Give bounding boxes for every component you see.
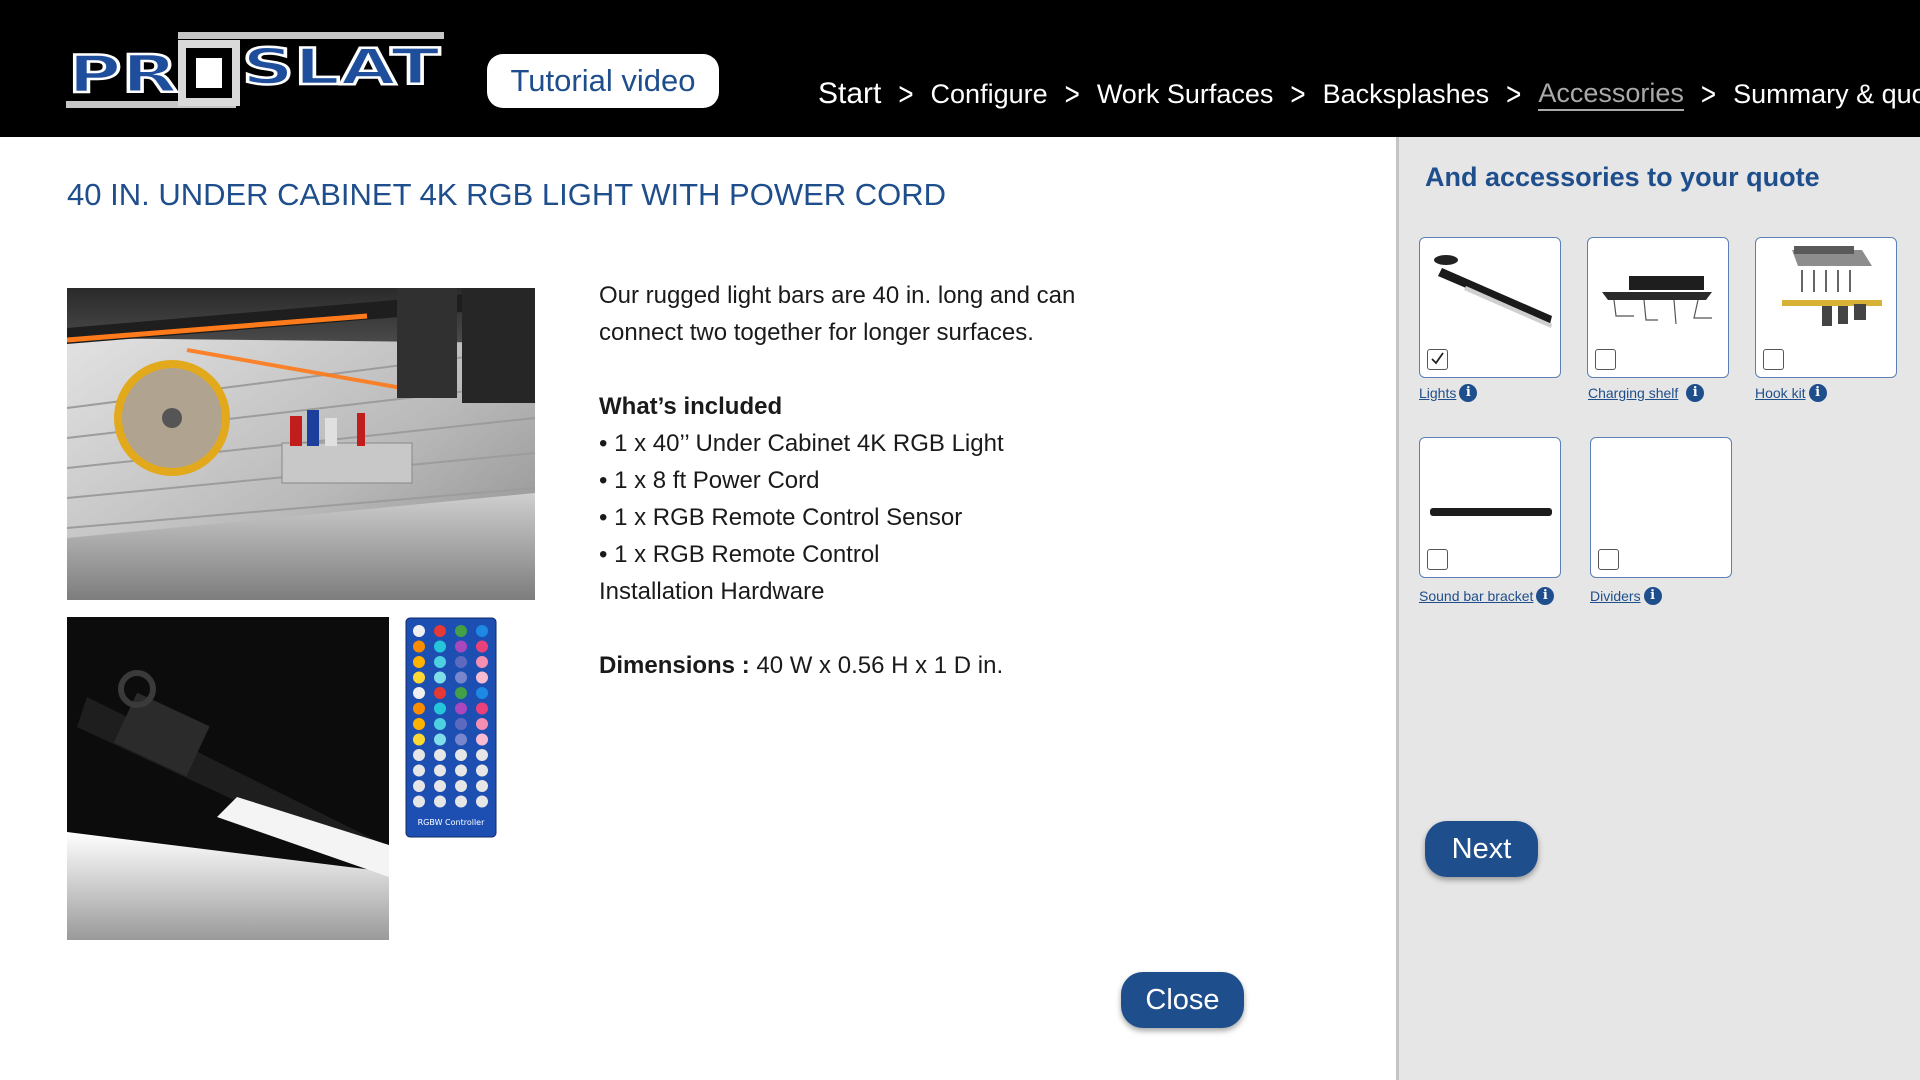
hook-kit-checkbox[interactable] <box>1763 349 1784 370</box>
top-header: PR SLAT Tutorial video Start > Configure… <box>0 0 1920 137</box>
accessories-panel-title: And accessories to your quote <box>1425 162 1820 192</box>
dimensions: Dimensions : 40 W x 0.56 H x 1 D in. <box>599 647 1159 684</box>
accessory-label-text: Hook kit <box>1755 385 1806 401</box>
accessory-label-dividers[interactable]: Dividers i <box>1590 587 1662 605</box>
sound-bar-bracket-checkbox[interactable] <box>1427 549 1448 570</box>
info-icon[interactable]: i <box>1459 384 1478 402</box>
nav-configure[interactable]: Configure <box>931 79 1048 110</box>
product-photo-light-bar <box>67 617 389 940</box>
accessory-card-charging-shelf[interactable] <box>1587 237 1729 378</box>
accessory-label-sound-bar-bracket[interactable]: Sound bar bracket i <box>1419 587 1555 605</box>
info-icon[interactable]: i <box>1643 587 1662 605</box>
nav-accessories[interactable]: Accessories <box>1538 77 1684 111</box>
description-line: connect two together for longer surfaces… <box>599 319 1034 346</box>
accessory-card-dividers[interactable] <box>1590 437 1732 578</box>
accessory-label-charging-shelf[interactable]: Charging shelf i <box>1588 384 1705 402</box>
remote-caption: RGBW Controller <box>418 818 485 827</box>
nav-separator: > <box>1064 74 1080 113</box>
accessory-label-hook-kit[interactable]: Hook kit i <box>1755 384 1827 402</box>
accessory-card-sound-bar-bracket[interactable] <box>1419 437 1561 578</box>
proslat-logo[interactable]: PR SLAT <box>66 32 446 108</box>
accessory-label-lights[interactable]: Lights i <box>1419 384 1478 402</box>
product-title: 40 IN. UNDER CABINET 4K RGB LIGHT WITH P… <box>67 177 947 212</box>
next-button[interactable]: Next <box>1425 821 1538 877</box>
charging-shelf-checkbox[interactable] <box>1595 349 1616 370</box>
dimensions-label: Dimensions : <box>599 652 750 679</box>
sound-bar-thumbnail <box>1430 508 1552 516</box>
accessory-label-text: Sound bar bracket <box>1419 588 1534 604</box>
included-item: • 1 x 8 ft Power Cord <box>599 467 820 494</box>
included-heading: What’s included <box>599 393 783 420</box>
breadcrumb-nav: Start > Configure > Work Surfaces > Back… <box>818 74 1920 114</box>
product-photo-remote: RGBW Controller <box>405 617 497 838</box>
nav-backsplashes[interactable]: Backsplashes <box>1323 79 1490 110</box>
product-description: Our rugged light bars are 40 in. long an… <box>599 277 1159 684</box>
tutorial-video-button[interactable]: Tutorial video <box>487 54 719 108</box>
description-line: Our rugged light bars are 40 in. long an… <box>599 282 1076 309</box>
included-item: • 1 x RGB Remote Control Sensor <box>599 504 963 531</box>
lights-checkbox[interactable] <box>1427 349 1448 370</box>
accessory-label-text: Lights <box>1419 385 1457 401</box>
product-photo-kitchen <box>67 288 535 600</box>
info-icon[interactable]: i <box>1686 384 1705 402</box>
info-icon[interactable]: i <box>1808 384 1827 402</box>
nav-separator: > <box>1506 74 1522 113</box>
svg-text:SLAT: SLAT <box>242 38 440 96</box>
nav-work-surfaces[interactable]: Work Surfaces <box>1097 79 1274 110</box>
info-icon[interactable]: i <box>1536 587 1555 605</box>
nav-separator: > <box>1290 74 1306 113</box>
checkmark-icon <box>1431 352 1444 365</box>
included-item: Installation Hardware <box>599 578 825 605</box>
accessory-card-hook-kit[interactable] <box>1755 237 1897 378</box>
accessory-label-text: Dividers <box>1590 588 1641 604</box>
accessory-card-lights[interactable] <box>1419 237 1561 378</box>
accessory-label-text: Charging shelf <box>1588 385 1679 401</box>
dividers-checkbox[interactable] <box>1598 549 1619 570</box>
included-item: • 1 x 40’’ Under Cabinet 4K RGB Light <box>599 430 1004 457</box>
svg-text:PR: PR <box>68 45 178 105</box>
nav-summary-quote[interactable]: Summary & quote <box>1733 79 1920 110</box>
included-item: • 1 x RGB Remote Control <box>599 541 880 568</box>
light-bar-thumbnail <box>1434 255 1552 328</box>
nav-separator: > <box>898 74 914 113</box>
dimensions-value: 40 W x 0.56 H x 1 D in. <box>749 652 1004 679</box>
hook-kit-thumbnail <box>1782 246 1882 326</box>
charging-shelf-thumbnail <box>1602 276 1712 325</box>
close-button[interactable]: Close <box>1121 972 1244 1028</box>
nav-separator: > <box>1700 74 1717 113</box>
nav-start[interactable]: Start <box>818 77 881 111</box>
